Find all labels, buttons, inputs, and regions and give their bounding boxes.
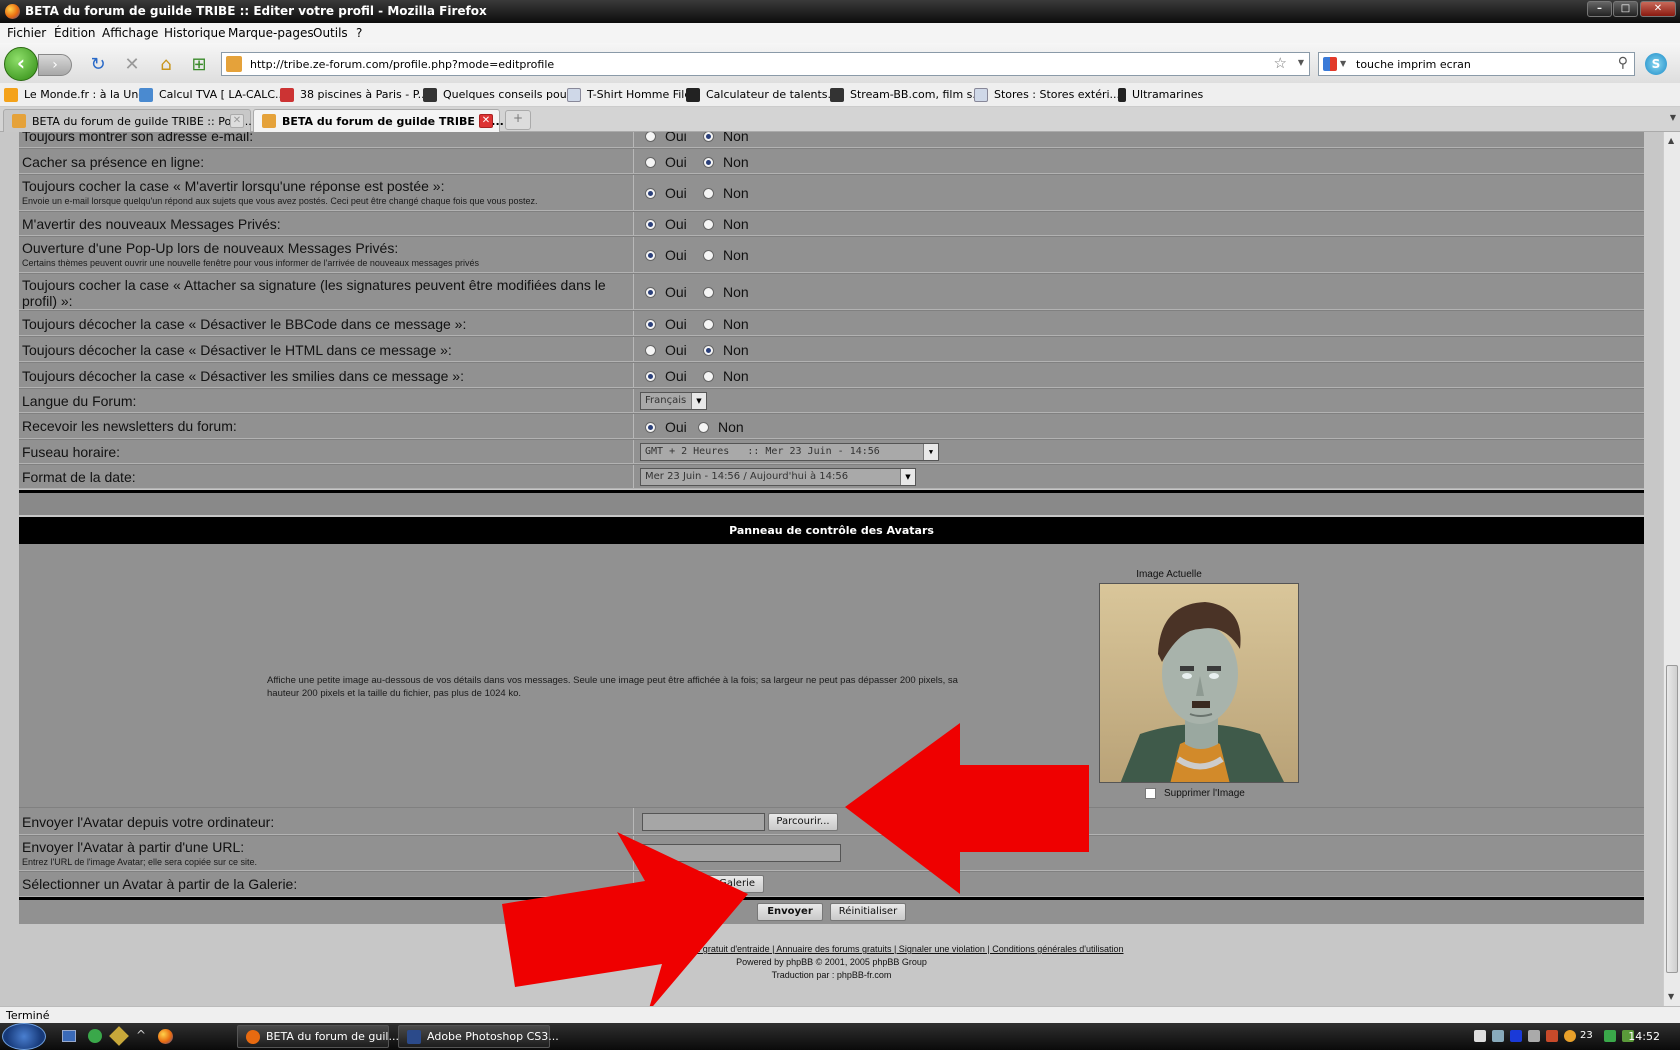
status-text: Terminé bbox=[6, 1009, 50, 1022]
reload-icon[interactable]: ↻ bbox=[88, 55, 108, 75]
quicklaunch-more-icon[interactable]: ^ bbox=[136, 1028, 146, 1042]
network-icon[interactable] bbox=[1492, 1030, 1504, 1042]
bookmark-item[interactable]: Stream-BB.com, film s... bbox=[830, 88, 983, 102]
bookmark-item[interactable]: Calculateur de talents... bbox=[686, 88, 838, 102]
page-icon bbox=[974, 88, 988, 102]
page-content: Toujours montrer son adresse e-mail: Oui… bbox=[0, 132, 1663, 1006]
search-input[interactable] bbox=[1356, 56, 1606, 72]
show-desktop-icon[interactable] bbox=[62, 1030, 76, 1042]
annotation-arrows bbox=[502, 723, 1089, 1006]
clock: 14:52 bbox=[1628, 1030, 1660, 1043]
forward-icon[interactable]: › bbox=[38, 54, 72, 76]
start-button[interactable] bbox=[2, 1023, 46, 1050]
menu-marque-pages[interactable]: Marque-pages bbox=[228, 26, 314, 40]
bookmark-icon bbox=[139, 88, 153, 102]
tab-favicon-icon bbox=[262, 114, 276, 128]
url-input[interactable] bbox=[250, 56, 1240, 72]
window-titlebar: BETA du forum de guilde TRIBE :: Editer … bbox=[0, 0, 1680, 23]
bookmark-item[interactable]: Le Monde.fr : à la Une bbox=[4, 88, 145, 102]
bookmark-item[interactable]: T-Shirt Homme Filet bbox=[567, 88, 695, 102]
home-icon[interactable]: ⌂ bbox=[156, 55, 176, 75]
maximize-button[interactable]: □ bbox=[1613, 1, 1638, 17]
bookmark-icon bbox=[686, 88, 700, 102]
photoshop-icon bbox=[407, 1030, 421, 1044]
taskbar: ^ BETA du forum de guil... Adobe Photosh… bbox=[0, 1023, 1680, 1050]
site-favicon-icon bbox=[226, 56, 242, 72]
url-bar[interactable]: ☆ ▼ bbox=[221, 52, 1310, 76]
menu-help[interactable]: ? bbox=[356, 26, 362, 40]
vertical-scrollbar[interactable]: ▲ ▼ bbox=[1663, 132, 1680, 1006]
arrow-to-browse bbox=[845, 723, 1089, 894]
media-icon[interactable] bbox=[1510, 1030, 1522, 1042]
tab-bar: BETA du forum de guilde TRIBE :: Post...… bbox=[0, 107, 1680, 132]
tray-icon[interactable] bbox=[1604, 1030, 1616, 1042]
close-tab-icon[interactable]: ✕ bbox=[479, 114, 493, 128]
skype-icon[interactable]: S bbox=[1645, 53, 1667, 75]
tab-favicon-icon bbox=[12, 114, 26, 128]
bookmark-item[interactable]: Ultramarines bbox=[1118, 88, 1203, 102]
add-tab-icon[interactable]: ⊞ bbox=[189, 55, 209, 75]
engine-dropdown-icon[interactable]: ▼ bbox=[1340, 59, 1346, 68]
taskbar-item-photoshop[interactable]: Adobe Photoshop CS3... bbox=[398, 1025, 559, 1048]
star-icon[interactable]: ☆ bbox=[1274, 54, 1287, 72]
bookmarks-toolbar: Le Monde.fr : à la Une Calcul TVA [ LA-C… bbox=[0, 83, 1680, 107]
new-tab-button[interactable]: + bbox=[505, 110, 531, 130]
tray-icon[interactable] bbox=[1474, 1030, 1486, 1042]
menu-historique[interactable]: Historique bbox=[164, 26, 226, 40]
bookmark-icon bbox=[280, 88, 294, 102]
scroll-thumb[interactable] bbox=[1666, 665, 1678, 973]
bookmark-item[interactable]: Quelques conseils pou... bbox=[423, 88, 577, 102]
tab-list-icon[interactable]: ▼ bbox=[1670, 113, 1676, 122]
bookmark-icon bbox=[1118, 88, 1126, 102]
bookmark-item[interactable]: Stores : Stores extéri... bbox=[974, 88, 1120, 102]
menu-edition[interactable]: Édition bbox=[54, 26, 96, 40]
navigation-toolbar: ‹ › ↻ ✕ ⌂ ⊞ ☆ ▼ ▼ ⚲ S bbox=[0, 43, 1680, 83]
menu-outils[interactable]: Outils bbox=[313, 26, 348, 40]
firefox-icon[interactable] bbox=[158, 1029, 173, 1044]
tray-icon[interactable] bbox=[1546, 1030, 1558, 1042]
firefox-icon bbox=[5, 4, 20, 19]
tab-edit-profile[interactable]: BETA du forum de guilde TRIBE :: ... ✕ bbox=[253, 109, 504, 132]
quicklaunch-icon[interactable] bbox=[109, 1026, 129, 1046]
volume-icon[interactable] bbox=[1528, 1030, 1540, 1042]
scroll-up-icon[interactable]: ▲ bbox=[1668, 136, 1674, 145]
bookmark-item[interactable]: 38 piscines à Paris - P... bbox=[280, 88, 428, 102]
search-icon[interactable]: ⚲ bbox=[1618, 55, 1628, 71]
stop-icon[interactable]: ✕ bbox=[122, 55, 142, 75]
bookmark-item[interactable]: Calcul TVA [ LA-CALC... bbox=[139, 88, 286, 102]
menu-bar: Fichier Édition Affichage Historique Mar… bbox=[0, 23, 1680, 43]
tray-icon[interactable] bbox=[1564, 1030, 1576, 1042]
back-icon[interactable]: ‹ bbox=[4, 47, 38, 81]
window-title: BETA du forum de guilde TRIBE :: Editer … bbox=[25, 4, 487, 18]
search-bar[interactable]: ▼ ⚲ bbox=[1318, 52, 1635, 76]
film-icon bbox=[830, 88, 844, 102]
tab-post[interactable]: BETA du forum de guilde TRIBE :: Post...… bbox=[3, 109, 252, 132]
temperature-label: 23 bbox=[1580, 1030, 1593, 1041]
taskbar-item-firefox[interactable]: BETA du forum de guil... bbox=[237, 1025, 399, 1048]
google-icon[interactable] bbox=[1323, 57, 1337, 71]
page-icon bbox=[567, 88, 581, 102]
rss-icon bbox=[4, 88, 18, 102]
status-bar: Terminé bbox=[0, 1006, 1680, 1023]
menu-affichage[interactable]: Affichage bbox=[102, 26, 158, 40]
url-dropdown-icon[interactable]: ▼ bbox=[1298, 58, 1304, 67]
scroll-down-icon[interactable]: ▼ bbox=[1668, 992, 1674, 1001]
minimize-button[interactable]: – bbox=[1587, 1, 1612, 17]
messenger-icon[interactable] bbox=[88, 1029, 102, 1043]
bookmark-icon bbox=[423, 88, 437, 102]
menu-fichier[interactable]: Fichier bbox=[7, 26, 46, 40]
arrow-to-submit bbox=[502, 832, 748, 1006]
close-window-button[interactable]: ✕ bbox=[1640, 1, 1676, 17]
firefox-icon bbox=[246, 1030, 260, 1044]
close-tab-icon[interactable]: ✕ bbox=[230, 114, 244, 128]
